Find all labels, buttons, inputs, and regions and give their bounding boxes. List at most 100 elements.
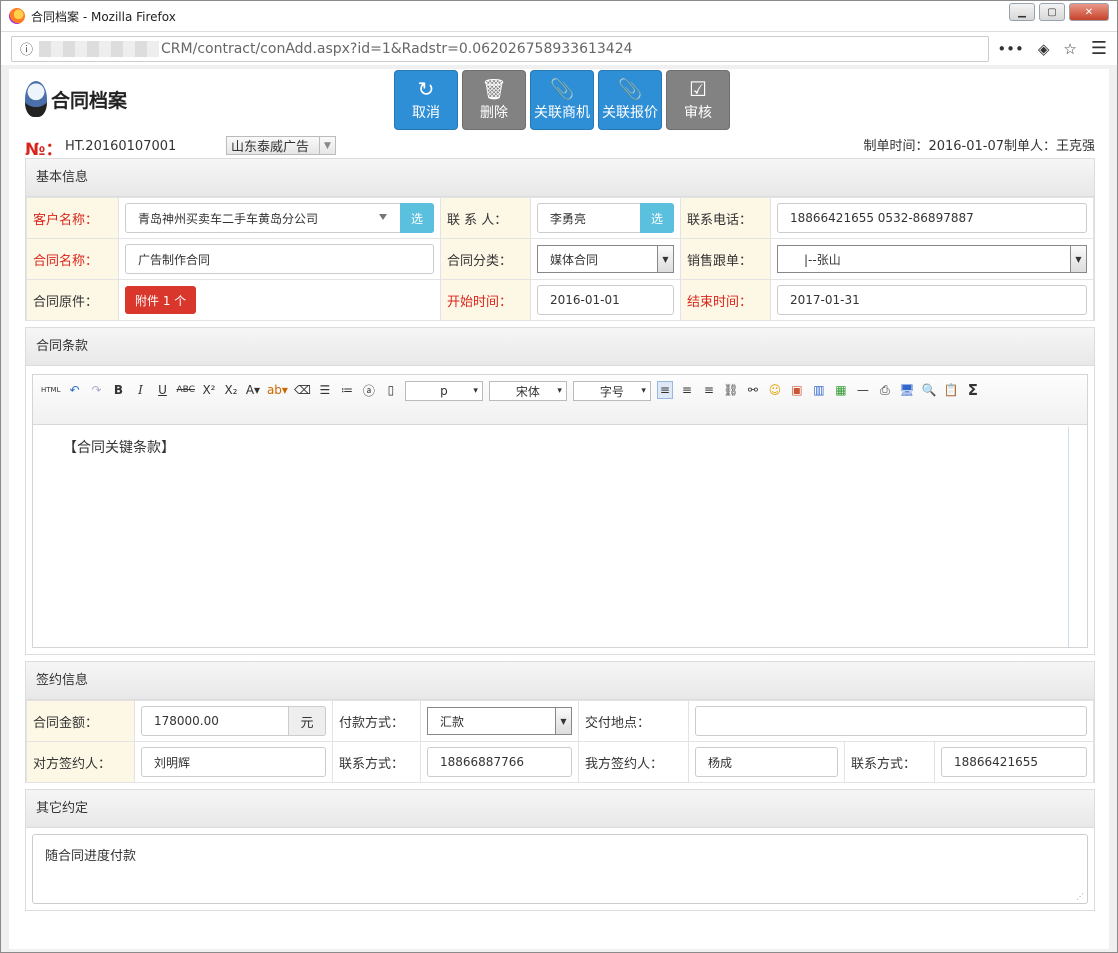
- payment-select[interactable]: 汇款 ▼: [427, 707, 572, 735]
- paperclip-icon: 📎: [549, 77, 575, 101]
- counterparty-contact-label: 联系方式：: [332, 741, 421, 783]
- underline-icon[interactable]: U: [154, 381, 170, 399]
- gallery-icon[interactable]: ▦: [833, 381, 849, 399]
- undo-icon[interactable]: ↶: [66, 381, 82, 399]
- formula-icon[interactable]: Σ: [965, 381, 981, 399]
- customer-select-button[interactable]: 选: [400, 203, 434, 233]
- other-terms-value: 随合同进度付款: [45, 849, 137, 864]
- redo-icon[interactable]: ↷: [88, 381, 104, 399]
- font-size-select[interactable]: 字号: [572, 381, 651, 401]
- search-replace-icon[interactable]: 🔍: [921, 381, 937, 399]
- start-date-input[interactable]: 2016-01-01: [537, 285, 674, 315]
- chevron-down-icon[interactable]: ▼: [1070, 246, 1086, 272]
- link-quote-button[interactable]: 📎 关联报价: [598, 70, 662, 130]
- contract-number: HT.20160107001: [65, 139, 177, 154]
- strikethrough-icon[interactable]: ABC: [176, 381, 194, 399]
- image-icon[interactable]: ▣: [789, 381, 805, 399]
- bookmark-star-icon[interactable]: ☆: [1063, 40, 1076, 58]
- pocket-icon[interactable]: ◈: [1038, 40, 1050, 58]
- approve-button[interactable]: ☑ 审核: [666, 70, 730, 130]
- customer-value: 青岛神州买卖车二手车黄岛分公司: [138, 211, 319, 226]
- html-source-button[interactable]: HTML: [41, 381, 60, 399]
- eraser-icon[interactable]: ⌫: [294, 381, 311, 399]
- chevron-down-icon[interactable]: ▼: [555, 708, 571, 734]
- customer-input[interactable]: 青岛神州买卖车二手车黄岛分公司 选: [125, 203, 434, 233]
- start-date-value: 2016-01-01: [550, 293, 620, 307]
- maximize-button[interactable]: ▢: [1039, 3, 1065, 21]
- chevron-down-icon[interactable]: ▼: [319, 137, 335, 154]
- our-contact-input[interactable]: 18866421655: [941, 747, 1087, 777]
- minimize-button[interactable]: ▁: [1009, 3, 1035, 21]
- paragraph-select[interactable]: p: [404, 381, 483, 401]
- other-terms-textarea[interactable]: 随合同进度付款 ⋰: [32, 834, 1088, 904]
- amount-label: 合同金额：: [26, 700, 135, 742]
- unordered-list-icon[interactable]: ≔: [339, 381, 355, 399]
- app-logo: 合同档案: [25, 81, 127, 117]
- font-family-select[interactable]: 宋体: [488, 381, 567, 401]
- font-color-icon[interactable]: A▾: [245, 381, 261, 399]
- editor-content[interactable]: 【合同关键条款】: [33, 427, 1069, 647]
- italic-icon[interactable]: I: [132, 381, 148, 399]
- end-date-value: 2017-01-31: [790, 293, 860, 307]
- our-contact-label: 联系方式：: [844, 741, 935, 783]
- preview-icon[interactable]: 🖥: [899, 381, 915, 399]
- end-date-input[interactable]: 2017-01-31: [777, 285, 1087, 315]
- emoji-icon[interactable]: ☺: [767, 381, 783, 399]
- blurred-host: [39, 40, 160, 57]
- unlink-icon[interactable]: ⚯: [745, 381, 761, 399]
- delete-button[interactable]: 🗑 删除: [462, 70, 526, 130]
- start-date-label: 开始时间：: [440, 279, 531, 321]
- our-signer-input[interactable]: 杨成: [695, 747, 838, 777]
- sales-select[interactable]: |--张山 ▼: [777, 245, 1087, 273]
- contact-select-button[interactable]: 选: [640, 203, 674, 233]
- url-text: CRM/contract/conAdd.aspx?id=1&Radstr=0.0…: [161, 40, 633, 57]
- superscript-icon[interactable]: X²: [201, 381, 217, 399]
- link-icon[interactable]: ⛓: [723, 381, 739, 399]
- resize-grip-icon[interactable]: ⋰: [1076, 892, 1084, 901]
- currency-unit: 元: [288, 706, 326, 736]
- link-opportunity-button[interactable]: 📎 关联商机: [530, 70, 594, 130]
- url-bar[interactable]: ⓘ CRM/contract/conAdd.aspx?id=1&Radstr=0…: [11, 35, 990, 62]
- chevron-down-icon[interactable]: ▼: [657, 246, 673, 272]
- chevron-down-icon[interactable]: [379, 214, 387, 220]
- highlight-icon[interactable]: ab▾: [267, 381, 288, 399]
- phone-label: 联系电话：: [680, 197, 771, 239]
- counterparty-signer-label: 对方签约人：: [26, 741, 135, 783]
- company-value: 山东泰威广告: [231, 140, 310, 155]
- mascot-icon: [25, 81, 47, 117]
- contract-name-label: 合同名称：: [26, 238, 119, 280]
- paste-icon[interactable]: 📋: [943, 381, 959, 399]
- print-icon[interactable]: ⎙: [877, 381, 893, 399]
- amount-input[interactable]: 178000.00 元: [141, 706, 326, 736]
- subscript-icon[interactable]: X₂: [223, 381, 239, 399]
- contact-input[interactable]: 李勇亮 选: [537, 203, 674, 233]
- contract-name-input[interactable]: 广告制作合同: [125, 244, 434, 274]
- delivery-place-input[interactable]: [695, 706, 1087, 736]
- attachment-button[interactable]: 附件 1 个: [125, 286, 197, 314]
- close-window-button[interactable]: ✕: [1069, 3, 1109, 21]
- payment-label: 付款方式：: [332, 700, 421, 742]
- horizontal-rule-icon[interactable]: —: [855, 381, 871, 399]
- signing-panel: 签约信息 合同金额： 178000.00 元 付款方式： 汇款 ▼ 交付地点：: [25, 661, 1095, 783]
- sales-label: 销售跟单：: [680, 238, 771, 280]
- end-date-label: 结束时间：: [680, 279, 771, 321]
- bold-icon[interactable]: B: [110, 381, 126, 399]
- align-left-icon[interactable]: ≡: [656, 381, 673, 399]
- cancel-button[interactable]: ↻ 取消: [394, 70, 458, 130]
- approve-label: 审核: [684, 105, 712, 121]
- ordered-list-icon[interactable]: ☰: [317, 381, 333, 399]
- category-select[interactable]: 媒体合同 ▼: [537, 245, 674, 273]
- align-right-icon[interactable]: ≡: [701, 381, 717, 399]
- counterparty-contact-input[interactable]: 18866887766: [427, 747, 572, 777]
- info-icon[interactable]: ⓘ: [20, 39, 33, 58]
- counterparty-signer-input[interactable]: 刘明辉: [141, 747, 326, 777]
- phone-input[interactable]: 18866421655 0532-86897887: [777, 203, 1087, 233]
- video-icon[interactable]: ▥: [811, 381, 827, 399]
- align-center-icon[interactable]: ≡: [679, 381, 695, 399]
- more-actions-icon[interactable]: •••: [997, 40, 1024, 58]
- menu-icon[interactable]: ☰: [1091, 38, 1107, 59]
- basic-info-panel: 基本信息 客户名称： 青岛神州买卖车二手车黄岛分公司 选 联 系 人： 李勇亮 …: [25, 158, 1095, 321]
- company-select[interactable]: 山东泰威广告 ▼: [226, 136, 336, 155]
- anchor-icon[interactable]: ⓐ: [361, 381, 377, 399]
- page-icon[interactable]: ▯: [383, 381, 399, 399]
